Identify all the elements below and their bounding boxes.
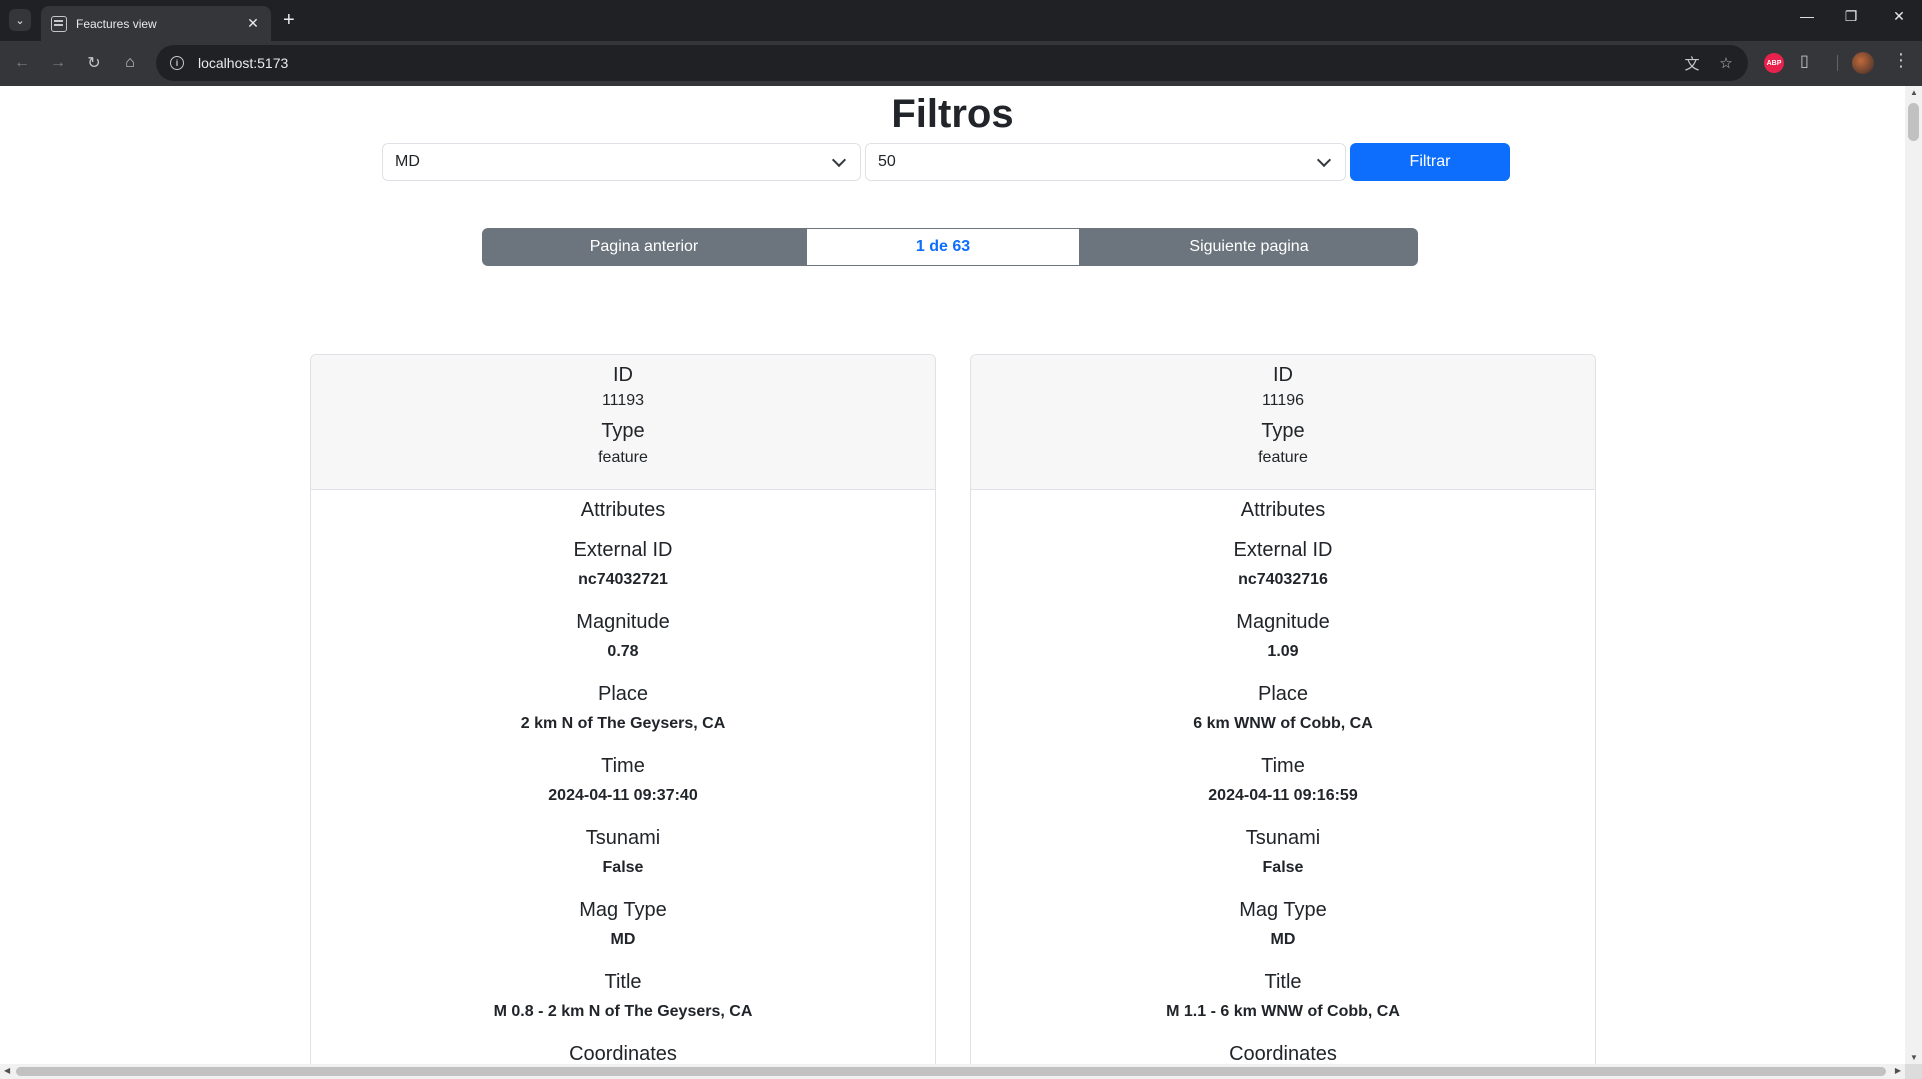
mag-type-value: MD — [610, 931, 636, 948]
place-value: 2 km N of The Geysers, CA — [520, 715, 726, 732]
window-close-icon[interactable]: ✕ — [1886, 8, 1912, 25]
chevron-down-icon — [831, 152, 847, 167]
tab-list-chevron-icon[interactable]: ⌄ — [9, 9, 31, 31]
id-label: ID — [1273, 364, 1293, 386]
feature-card-header: ID 11196 Type feature — [971, 355, 1595, 490]
title-value: M 0.8 - 2 km N of The Geysers, CA — [493, 1003, 753, 1020]
feature-card-header: ID 11193 Type feature — [311, 355, 935, 490]
vertical-scroll-thumb[interactable] — [1908, 103, 1919, 141]
toolbar-separator — [1837, 55, 1838, 71]
horizontal-scroll-thumb[interactable] — [16, 1067, 1886, 1076]
tsunami-value: False — [602, 859, 644, 876]
feature-card-body: Attributes External ID nc74032721 Magnit… — [311, 498, 935, 1064]
profile-avatar[interactable] — [1852, 52, 1874, 74]
type-label: Type — [1261, 420, 1305, 442]
browser-tab-bar: ⌄ Feactures view ✕ + — ❐ ✕ — [0, 0, 1922, 41]
per-page-select[interactable]: 50 — [865, 143, 1346, 181]
type-value: feature — [598, 449, 648, 466]
title-value: M 1.1 - 6 km WNW of Cobb, CA — [1166, 1003, 1400, 1020]
next-page-button[interactable]: Siguiente pagina — [1080, 228, 1418, 266]
mag-type-label: Mag Type — [1239, 899, 1327, 921]
title-label: Title — [604, 971, 642, 993]
attributes-heading: Attributes — [1240, 499, 1326, 521]
magnitude-label: Magnitude — [576, 611, 670, 633]
type-label: Type — [601, 420, 645, 442]
filter-button[interactable]: Filtrar — [1350, 143, 1510, 181]
attributes-heading: Attributes — [580, 499, 666, 521]
feature-card: ID 11196 Type feature Attributes Externa… — [970, 354, 1596, 1064]
adblock-extension-icon[interactable]: ABP — [1764, 53, 1784, 73]
magnitude-value: 0.78 — [607, 643, 639, 660]
time-label: Time — [601, 755, 645, 777]
tsunami-value: False — [1262, 859, 1304, 876]
scroll-up-arrow-icon[interactable]: ▲ — [1910, 88, 1918, 97]
address-bar[interactable]: i localhost:5173 文 ☆ — [156, 45, 1748, 81]
external-id-label: External ID — [573, 539, 673, 561]
vertical-scrollbar[interactable]: ▲ ▼ — [1905, 86, 1922, 1064]
place-value: 6 km WNW of Cobb, CA — [1193, 715, 1373, 732]
browser-tab[interactable]: Feactures view ✕ — [41, 6, 271, 41]
tab-close-icon[interactable]: ✕ — [245, 15, 261, 32]
title-label: Title — [1264, 971, 1302, 993]
previous-page-button[interactable]: Pagina anterior — [482, 228, 806, 266]
place-label: Place — [597, 683, 649, 705]
scrollbar-corner — [1905, 1064, 1922, 1079]
time-label: Time — [1261, 755, 1305, 777]
scroll-right-arrow-icon[interactable]: ▶ — [1895, 1066, 1901, 1075]
new-tab-plus-icon[interactable]: + — [283, 9, 295, 31]
chevron-down-icon — [1316, 152, 1332, 167]
minimize-icon[interactable]: — — [1794, 8, 1820, 24]
external-id-label: External ID — [1233, 539, 1333, 561]
current-page-indicator: 1 de 63 — [806, 228, 1080, 266]
feature-card-body: Attributes External ID nc74032716 Magnit… — [971, 498, 1595, 1064]
forward-arrow-icon[interactable]: → — [46, 51, 70, 75]
page-title: Filtros — [891, 92, 1014, 136]
place-label: Place — [1257, 683, 1309, 705]
scroll-down-arrow-icon[interactable]: ▼ — [1910, 1053, 1918, 1062]
home-icon[interactable]: ⌂ — [118, 51, 142, 75]
external-id-value: nc74032716 — [1238, 571, 1328, 588]
browser-toolbar: ← → ↻ ⌂ i localhost:5173 文 ☆ — [0, 41, 1922, 86]
coordinates-label: Coordinates — [569, 1043, 677, 1064]
site-info-icon[interactable]: i — [170, 56, 184, 70]
time-value: 2024-04-11 09:16:59 — [1208, 787, 1358, 804]
mag-type-value: MD — [1270, 931, 1296, 948]
page-favicon-icon — [51, 15, 67, 32]
feature-card: ID 11193 Type feature Attributes Externa… — [310, 354, 936, 1064]
restore-icon[interactable]: ❐ — [1838, 8, 1864, 25]
per-page-select-value: 50 — [878, 153, 896, 170]
back-arrow-icon[interactable]: ← — [10, 51, 34, 75]
extensions-puzzle-icon[interactable]: ▯ — [1800, 51, 1809, 71]
coordinates-label: Coordinates — [1229, 1043, 1337, 1064]
id-value: 11193 — [601, 392, 645, 409]
browser-menu-icon[interactable]: ⋮ — [1892, 50, 1910, 71]
magnitude-value: 1.09 — [1267, 643, 1299, 660]
bookmark-star-icon[interactable]: ☆ — [1716, 53, 1736, 73]
time-value: 2024-04-11 09:37:40 — [548, 787, 698, 804]
horizontal-scrollbar[interactable]: ◀ ▶ — [0, 1064, 1905, 1079]
pagination: Pagina anterior 1 de 63 Siguiente pagina — [482, 228, 1418, 266]
url-text: localhost:5173 — [198, 55, 289, 71]
magnitude-label: Magnitude — [1236, 611, 1330, 633]
id-label: ID — [613, 364, 633, 386]
tsunami-label: Tsunami — [1245, 827, 1321, 849]
translate-icon[interactable]: 文 — [1682, 53, 1702, 73]
type-value: feature — [1258, 449, 1308, 466]
tsunami-label: Tsunami — [585, 827, 661, 849]
tab-title: Feactures view — [76, 16, 157, 31]
external-id-value: nc74032721 — [578, 571, 668, 588]
mag-type-label: Mag Type — [579, 899, 667, 921]
magtype-select-value: MD — [395, 153, 420, 170]
scroll-left-arrow-icon[interactable]: ◀ — [4, 1066, 10, 1075]
magtype-select[interactable]: MD — [382, 143, 861, 181]
page-viewport: Filtros MD 50 Filtrar Pagina anterior 1 … — [0, 86, 1905, 1064]
id-value: 11196 — [1261, 392, 1305, 409]
reload-icon[interactable]: ↻ — [82, 51, 106, 75]
